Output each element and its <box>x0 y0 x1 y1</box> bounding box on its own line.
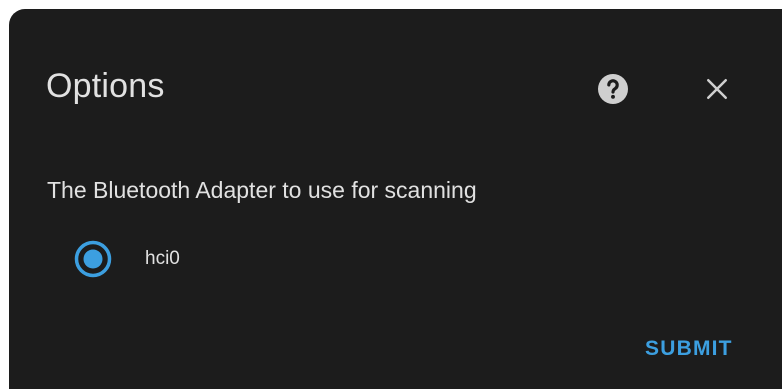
close-button[interactable] <box>699 71 735 107</box>
options-dialog: Options The Bluetooth Adapter to use for… <box>9 9 782 389</box>
radio-checked-icon <box>74 240 112 278</box>
submit-button[interactable]: SUBMIT <box>637 331 741 367</box>
close-icon <box>707 79 727 99</box>
radio-label: hci0 <box>145 248 180 269</box>
help-circle-icon <box>598 74 628 104</box>
field-label: The Bluetooth Adapter to use for scannin… <box>47 177 477 203</box>
dialog-title: Options <box>46 67 165 105</box>
radio-option-hci0[interactable]: hci0 <box>73 229 180 289</box>
radio-button[interactable] <box>73 239 113 279</box>
help-button[interactable] <box>595 71 631 107</box>
